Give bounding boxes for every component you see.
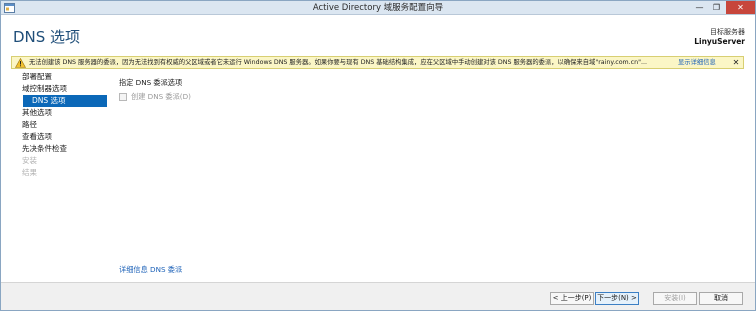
nav-item-results: 结果 bbox=[22, 168, 37, 177]
install-button: 安装(I) bbox=[653, 292, 697, 305]
nav-item-dc-options[interactable]: 域控制器选项 bbox=[13, 83, 107, 95]
nav-item-dns-options[interactable]: DNS 选项 bbox=[23, 95, 107, 107]
nav-item-installation: 安装 bbox=[22, 156, 37, 165]
next-button[interactable]: 下一步(N) > bbox=[595, 292, 639, 305]
more-about-dns-delegation-link[interactable]: 详细信息 DNS 委派 bbox=[119, 265, 182, 275]
warning-bar: 无法创建该 DNS 服务器的委派，因为无法找到有权威的父区域或者它未运行 Win… bbox=[11, 56, 744, 69]
show-details-link[interactable]: 显示详细信息 bbox=[678, 57, 716, 68]
nav-item-review-options[interactable]: 查看选项 bbox=[13, 131, 107, 143]
title-bar: Active Directory 域服务配置向导 — ❐ ✕ bbox=[1, 1, 755, 15]
target-server-name: LinyuServer bbox=[694, 37, 745, 46]
content-pane: 指定 DNS 委派选项 创建 DNS 委派(D) bbox=[119, 77, 739, 277]
window-title: Active Directory 域服务配置向导 bbox=[312, 3, 444, 13]
create-dns-delegation-checkbox[interactable] bbox=[119, 92, 127, 101]
nav-item-deployment-config[interactable]: 部署配置 bbox=[13, 71, 107, 83]
wizard-nav: 部署配置 域控制器选项 DNS 选项 其他选项 路径 查看选项 先决条件检查 安… bbox=[13, 71, 107, 179]
warning-triangle-icon bbox=[15, 58, 26, 68]
target-server-label: 目标服务器 bbox=[710, 28, 745, 36]
wizard-footer: < 上一步(P) 下一步(N) > 安装(I) 取消 bbox=[1, 282, 755, 310]
create-dns-delegation-option: 创建 DNS 委派(D) bbox=[119, 91, 191, 102]
close-button[interactable]: ✕ bbox=[726, 1, 755, 14]
minimize-button[interactable]: — bbox=[691, 1, 708, 14]
close-warning-icon[interactable]: ✕ bbox=[731, 57, 741, 68]
page-header: DNS 选项 目标服务器 LinyuServer bbox=[1, 15, 755, 52]
page-title: DNS 选项 bbox=[13, 28, 81, 46]
section-heading: 指定 DNS 委派选项 bbox=[119, 78, 183, 87]
cancel-button[interactable]: 取消 bbox=[699, 292, 743, 305]
previous-button[interactable]: < 上一步(P) bbox=[550, 292, 594, 305]
create-dns-delegation-label: 创建 DNS 委派(D) bbox=[131, 91, 191, 101]
nav-item-prerequisites-check[interactable]: 先决条件检查 bbox=[13, 143, 107, 155]
restore-button[interactable]: ❐ bbox=[708, 1, 725, 14]
wizard-window: Active Directory 域服务配置向导 — ❐ ✕ DNS 选项 目标… bbox=[0, 0, 756, 311]
nav-item-additional-options[interactable]: 其他选项 bbox=[13, 107, 107, 119]
nav-item-paths[interactable]: 路径 bbox=[13, 119, 107, 131]
warning-message: 无法创建该 DNS 服务器的委派，因为无法找到有权威的父区域或者它未运行 Win… bbox=[29, 59, 648, 66]
